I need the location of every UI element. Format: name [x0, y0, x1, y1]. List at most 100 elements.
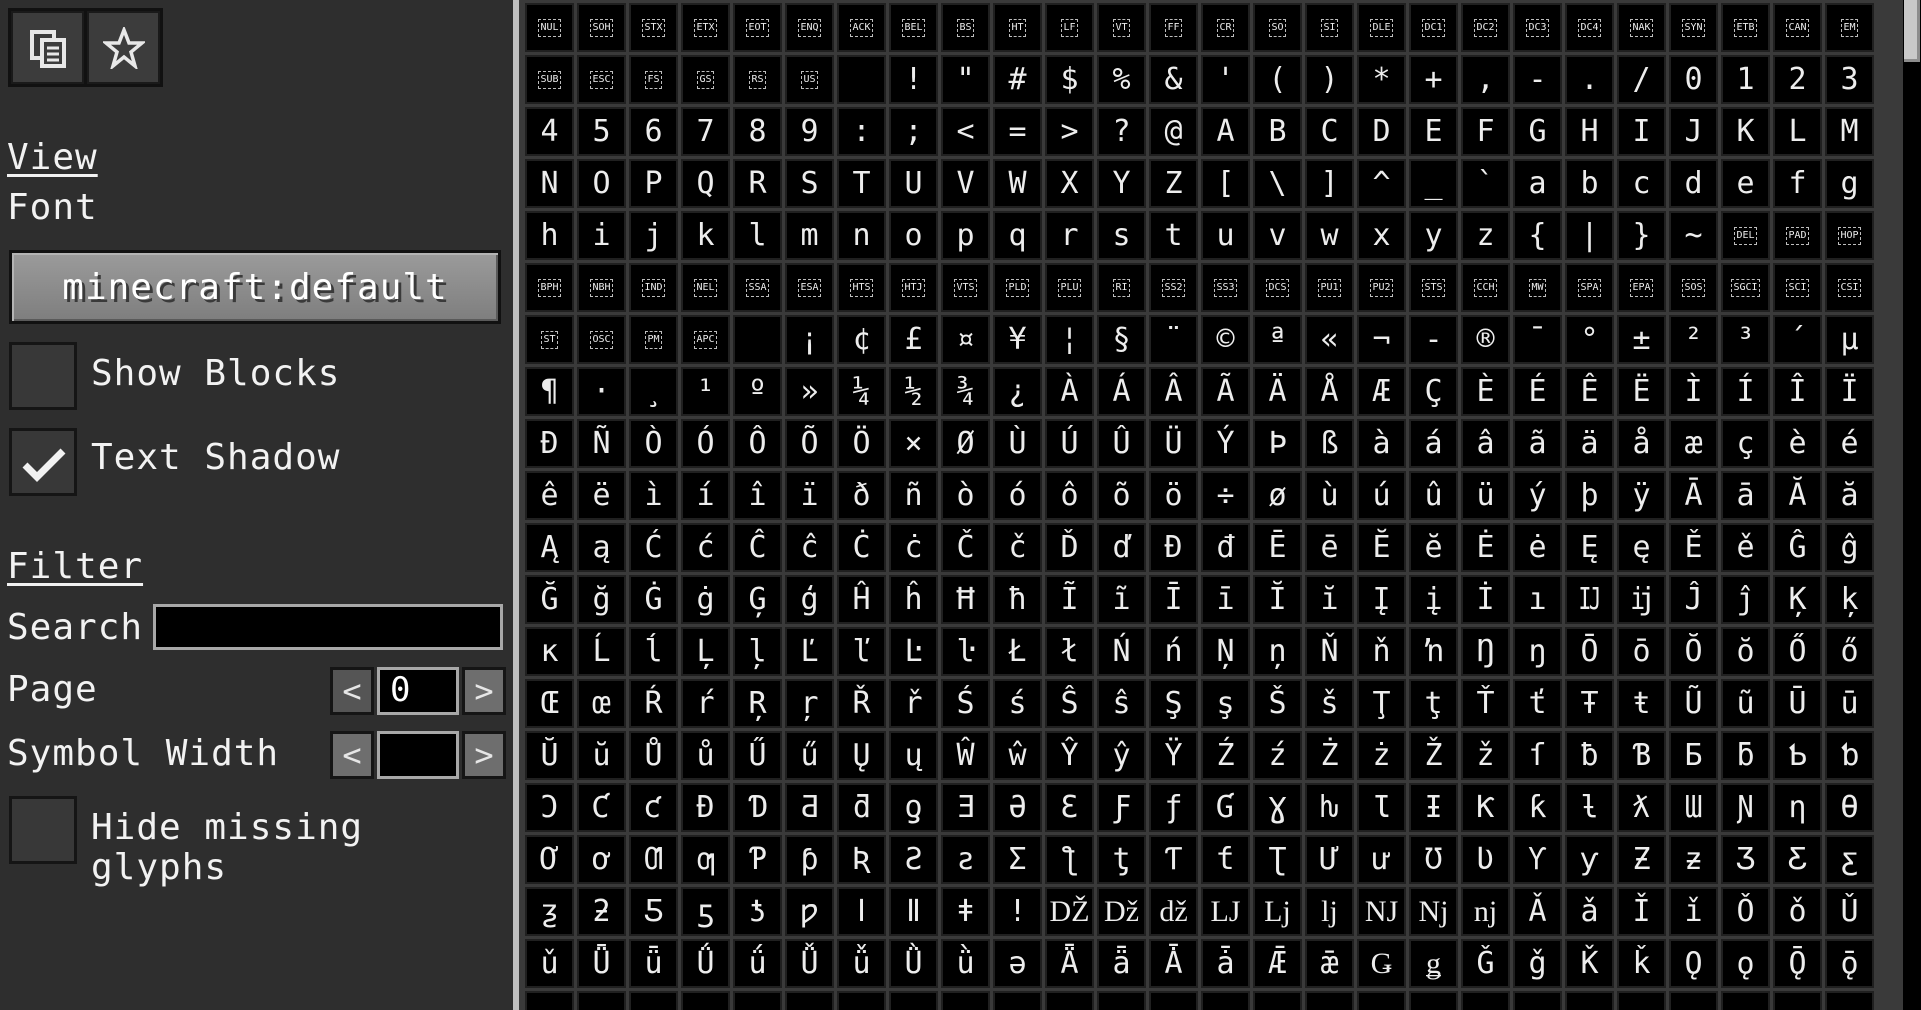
- glyph-cell[interactable]: Ǆ: [1045, 887, 1094, 936]
- glyph-cell[interactable]: Ě: [1669, 523, 1718, 572]
- glyph-cell[interactable]: w: [1305, 211, 1354, 260]
- glyph-cell[interactable]: ĥ: [889, 575, 938, 624]
- glyph-cell[interactable]: Þ: [1253, 419, 1302, 468]
- glyph-cell[interactable]: EPA: [1617, 263, 1666, 312]
- glyph-cell[interactable]: [1669, 991, 1718, 1010]
- glyph-cell[interactable]: Í: [1721, 367, 1770, 416]
- glyph-cell[interactable]: ƭ: [1201, 835, 1250, 884]
- glyph-cell[interactable]: ¡: [785, 315, 834, 364]
- glyph-cell[interactable]: R: [733, 159, 782, 208]
- glyph-cell[interactable]: Ï: [1825, 367, 1874, 416]
- search-input[interactable]: [153, 604, 503, 650]
- glyph-cell[interactable]: SGCI: [1721, 263, 1770, 312]
- glyph-cell[interactable]: N: [525, 159, 574, 208]
- glyph-cell[interactable]: ć: [681, 523, 730, 572]
- glyph-cell[interactable]: É: [1513, 367, 1562, 416]
- glyph-cell[interactable]: ¯: [1513, 315, 1562, 364]
- glyph-cell[interactable]: Ǒ: [1721, 887, 1770, 936]
- glyph-cell[interactable]: à: [1357, 419, 1406, 468]
- glyph-cell[interactable]: Ĩ: [1045, 575, 1094, 624]
- glyph-cell[interactable]: ċ: [889, 523, 938, 572]
- glyph-cell[interactable]: ű: [785, 731, 834, 780]
- glyph-cell[interactable]: ě: [1721, 523, 1770, 572]
- glyph-cell[interactable]: [1253, 991, 1302, 1010]
- glyph-cell[interactable]: ĳ: [1617, 575, 1666, 624]
- glyph-cell[interactable]: [785, 991, 834, 1010]
- favorite-button[interactable]: [87, 11, 160, 84]
- glyph-cell[interactable]: 8: [733, 107, 782, 156]
- glyph-cell[interactable]: Ý: [1201, 419, 1250, 468]
- glyph-cell[interactable]: ź: [1253, 731, 1302, 780]
- glyph-cell[interactable]: Ƒ: [1097, 783, 1146, 832]
- glyph-cell[interactable]: CSI: [1825, 263, 1874, 312]
- glyph-cell[interactable]: -: [1409, 315, 1458, 364]
- glyph-cell[interactable]: ƃ: [1721, 731, 1770, 780]
- glyph-cell[interactable]: z: [1461, 211, 1510, 260]
- glyph-cell[interactable]: ĺ: [629, 627, 678, 676]
- glyph-cell[interactable]: X: [1045, 159, 1094, 208]
- glyph-cell[interactable]: [1357, 991, 1406, 1010]
- glyph-cell[interactable]: [1201, 991, 1250, 1010]
- glyph-cell[interactable]: Ǩ: [1565, 939, 1614, 988]
- glyph-cell[interactable]: HTS: [837, 263, 886, 312]
- glyph-cell[interactable]: VT: [1097, 3, 1146, 52]
- glyph-cell[interactable]: Ŀ: [889, 627, 938, 676]
- glyph-cell[interactable]: á: [1409, 419, 1458, 468]
- glyph-cell[interactable]: ETX: [681, 3, 730, 52]
- glyph-cell[interactable]: Ɯ: [1669, 783, 1718, 832]
- glyph-cell[interactable]: U: [889, 159, 938, 208]
- glyph-cell[interactable]: ŝ: [1097, 679, 1146, 728]
- glyph-cell[interactable]: Ǖ: [577, 939, 626, 988]
- glyph-cell[interactable]: D: [1357, 107, 1406, 156]
- glyph-cell[interactable]: x: [1357, 211, 1406, 260]
- glyph-cell[interactable]: Ƅ: [1773, 731, 1822, 780]
- glyph-cell[interactable]: [1097, 991, 1146, 1010]
- glyph-cell[interactable]: Ǚ: [785, 939, 834, 988]
- glyph-cell[interactable]: ¿: [993, 367, 1042, 416]
- glyph-cell[interactable]: ǆ: [1149, 887, 1198, 936]
- glyph-cell[interactable]: $: [1045, 55, 1094, 104]
- glyph-cell[interactable]: ƴ: [1565, 835, 1614, 884]
- glyph-cell[interactable]: SO: [1253, 3, 1302, 52]
- glyph-cell[interactable]: ơ: [577, 835, 626, 884]
- glyph-cell[interactable]: ¹: [681, 367, 730, 416]
- glyph-cell[interactable]: Ç: [1409, 367, 1458, 416]
- glyph-cell[interactable]: ½: [889, 367, 938, 416]
- glyph-cell[interactable]: Á: [1097, 367, 1146, 416]
- glyph-cell[interactable]: µ: [1825, 315, 1874, 364]
- glyph-cell[interactable]: Ö: [837, 419, 886, 468]
- glyph-cell[interactable]: DCS: [1253, 263, 1302, 312]
- glyph-cell[interactable]: é: [1825, 419, 1874, 468]
- glyph-cell[interactable]: r: [1045, 211, 1094, 260]
- glyph-cell[interactable]: ): [1305, 55, 1354, 104]
- glyph-cell[interactable]: ª: [1253, 315, 1302, 364]
- glyph-cell[interactable]: STS: [1409, 263, 1458, 312]
- glyph-cell[interactable]: [837, 991, 886, 1010]
- glyph-cell[interactable]: T: [837, 159, 886, 208]
- glyph-cell[interactable]: ƿ: [785, 887, 834, 936]
- glyph-cell[interactable]: č: [993, 523, 1042, 572]
- glyph-cell[interactable]: ģ: [785, 575, 834, 624]
- glyph-cell[interactable]: q: [993, 211, 1042, 260]
- glyph-cell[interactable]: ǔ: [525, 939, 574, 988]
- glyph-cell[interactable]: DC2: [1461, 3, 1510, 52]
- glyph-cell[interactable]: Ų: [837, 731, 886, 780]
- glyph-cell[interactable]: G: [1513, 107, 1562, 156]
- glyph-cell[interactable]: ¥: [993, 315, 1042, 364]
- glyph-cell[interactable]: CAN: [1773, 3, 1822, 52]
- glyph-cell[interactable]: ǉ: [1305, 887, 1354, 936]
- glyph-cell[interactable]: ƾ: [733, 887, 782, 936]
- glyph-cell[interactable]: h: [525, 211, 574, 260]
- glyph-cell[interactable]: í: [681, 471, 730, 520]
- glyph-cell[interactable]: [1513, 991, 1562, 1010]
- glyph-cell[interactable]: Ǣ: [1253, 939, 1302, 988]
- glyph-cell[interactable]: Ş: [1149, 679, 1198, 728]
- glyph-cell[interactable]: J: [1669, 107, 1718, 156]
- glyph-cell[interactable]: Č: [941, 523, 990, 572]
- glyph-cell[interactable]: Ƌ: [785, 783, 834, 832]
- glyph-cell[interactable]: ESA: [785, 263, 834, 312]
- glyph-cell[interactable]: Î: [1773, 367, 1822, 416]
- glyph-cell[interactable]: Ł: [993, 627, 1042, 676]
- glyph-cell[interactable]: ƣ: [681, 835, 730, 884]
- glyph-cell[interactable]: ũ: [1721, 679, 1770, 728]
